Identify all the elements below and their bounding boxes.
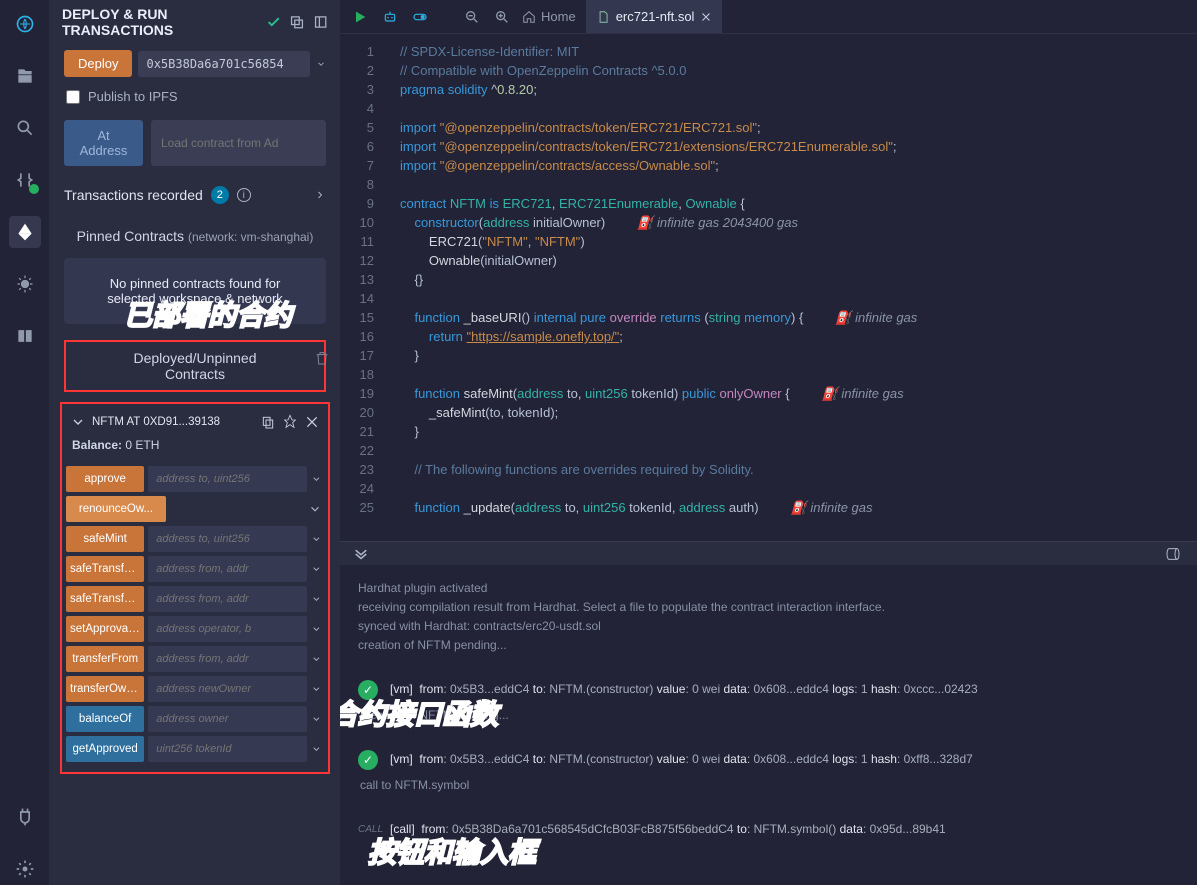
info-icon: i [237,188,251,202]
fn-button[interactable]: transferOwne... [66,676,144,702]
fn-input[interactable] [148,736,307,762]
contract-instance-box: NFTM AT 0XD91...39138 Balance: 0 ETH app… [60,402,330,774]
fn-row: transferFrom [66,646,324,672]
fn-input[interactable] [148,586,307,612]
fn-row: approve [66,466,324,492]
fn-input[interactable] [148,646,307,672]
chevron-down-icon[interactable] [311,562,322,576]
transactions-recorded-row[interactable]: Transactions recorded 2 i [50,176,340,214]
zoom-out-icon[interactable] [462,7,482,27]
fn-input[interactable] [148,466,307,492]
expand-icon[interactable] [313,13,328,31]
fn-row: setApprovalF... [66,616,324,642]
fn-button[interactable]: transferFrom [66,646,144,672]
fn-button[interactable]: approve [66,466,144,492]
tab-file[interactable]: erc721-nft.sol [586,0,723,33]
compiler-icon[interactable] [9,164,41,196]
close-icon[interactable] [304,414,320,430]
deployed-contracts-header: Deployed/Unpinned Contracts [64,340,326,392]
fn-row: renounceOw... [66,496,324,522]
chevron-down-icon[interactable] [311,712,322,726]
pinned-contracts-title: Pinned Contracts (network: vm-shanghai) [50,214,340,248]
chevron-down-icon[interactable] [311,592,322,606]
fn-input[interactable] [148,706,307,732]
fn-button[interactable]: safeTransferFr... [66,556,144,582]
chevron-down-icon[interactable] [308,502,322,516]
chevron-down-icon[interactable] [311,682,322,696]
chevron-down-icon[interactable] [316,59,326,69]
tab-home[interactable]: Home [522,9,576,24]
settings-icon[interactable] [9,853,41,885]
fn-button[interactable]: renounceOw... [66,496,166,522]
fn-input[interactable] [148,616,307,642]
fn-button[interactable]: balanceOf [66,706,144,732]
fn-row: balanceOf [66,706,324,732]
chevron-down-icon[interactable] [311,652,322,666]
deploy-run-icon[interactable] [9,216,41,248]
fn-row: safeTransferFr... [66,556,324,582]
console-collapse-bar[interactable] [340,541,1197,565]
plugin-manager-icon[interactable] [9,801,41,833]
panel-title: DEPLOY & RUN TRANSACTIONS [62,6,250,38]
contract-name: NFTM AT 0XD91...39138 [92,416,220,428]
chevron-down-icon[interactable] [311,622,322,636]
trash-icon[interactable] [314,350,330,366]
toggle-icon[interactable] [410,7,430,27]
file-explorer-icon[interactable] [9,60,41,92]
chevron-down-icon[interactable] [311,532,322,546]
bot-icon[interactable] [380,7,400,27]
balance-row: Balance: 0 ETH [66,438,324,462]
copy-icon[interactable] [260,414,276,430]
main-area: Home erc721-nft.sol 12345678910111213141… [340,0,1197,885]
deploy-panel: DEPLOY & RUN TRANSACTIONS Deploy 0x5B38D… [50,0,340,885]
new-window-icon[interactable] [289,13,304,31]
left-rail [0,0,50,885]
fn-button[interactable]: safeMint [66,526,144,552]
fn-input[interactable] [148,556,307,582]
learneth-icon[interactable] [9,320,41,352]
fn-row: getApproved [66,736,324,762]
double-chevron-icon [352,545,370,563]
fn-button[interactable]: safeTransferFr... [66,586,144,612]
chevron-down-icon[interactable] [311,742,322,756]
load-address-input[interactable] [151,120,326,166]
chevron-right-icon [314,189,326,201]
debugger-icon[interactable] [9,268,41,300]
terminal-console[interactable]: Hardhat plugin activatedreceiving compil… [340,565,1197,885]
fn-button[interactable]: getApproved [66,736,144,762]
fn-button[interactable]: setApprovalF... [66,616,144,642]
search-icon[interactable] [9,112,41,144]
fn-row: transferOwne... [66,676,324,702]
zoom-in-icon[interactable] [492,7,512,27]
deploy-button[interactable]: Deploy [64,50,132,77]
deploy-address: 0x5B38Da6a701c56854 [138,51,310,77]
pin-icon[interactable] [282,414,298,430]
disk-icon[interactable] [1165,546,1181,565]
run-icon[interactable] [350,7,370,27]
fn-input[interactable] [148,676,307,702]
check-icon[interactable] [266,13,281,31]
editor-tabbar: Home erc721-nft.sol [340,0,1197,34]
fn-row: safeMint [66,526,324,552]
at-address-button[interactable]: At Address [64,120,143,166]
chevron-down-icon[interactable] [70,414,86,430]
tx-count-badge: 2 [211,186,229,204]
close-tab-icon[interactable] [700,11,712,23]
code-editor[interactable]: 1234567891011121314151617181920212223242… [340,34,1197,541]
chevron-down-icon[interactable] [311,472,322,486]
publish-ipfs-checkbox[interactable] [66,90,80,104]
fn-input[interactable] [148,526,307,552]
publish-ipfs-row[interactable]: Publish to IPFS [64,83,326,114]
annotation-3: 按钮和输入框 [368,843,536,862]
no-pinned-box: No pinned contracts found for selected w… [64,258,326,324]
fn-row: safeTransferFr... [66,586,324,612]
logo-icon[interactable] [9,8,41,40]
